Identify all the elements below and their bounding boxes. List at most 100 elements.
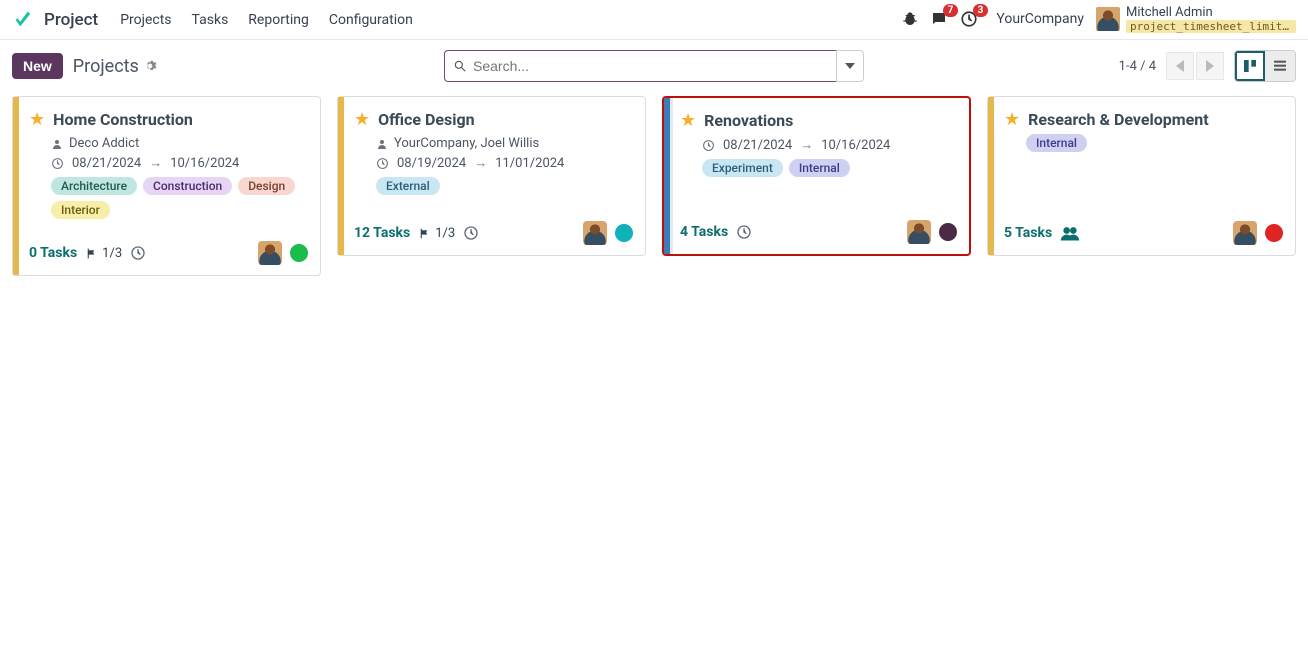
tag[interactable]: Internal xyxy=(1026,134,1087,152)
toolbar: New Projects 1-4 / 4 xyxy=(0,40,1308,96)
topbar-right: 7 3 YourCompany Mitchell Admin project_t… xyxy=(902,6,1296,33)
gear-icon[interactable] xyxy=(143,59,157,73)
tag[interactable]: Interior xyxy=(51,201,110,219)
card-title[interactable]: Research & Development xyxy=(1028,110,1209,129)
assignee-avatar-icon[interactable] xyxy=(907,220,931,244)
nav-reporting[interactable]: Reporting xyxy=(248,12,309,28)
nav-tasks[interactable]: Tasks xyxy=(192,12,229,28)
card-footer: 5 Tasks xyxy=(1004,203,1283,245)
nav-configuration[interactable]: Configuration xyxy=(329,12,413,28)
date-end: 10/16/2024 xyxy=(170,156,239,171)
card-dates: 08/21/2024→10/16/2024 xyxy=(51,155,308,171)
pager-next-button[interactable] xyxy=(1196,52,1224,80)
arrow-icon: → xyxy=(800,137,813,153)
search-icon xyxy=(453,59,467,73)
card-footer: 0 Tasks 1/3 xyxy=(29,223,308,265)
tasks-link[interactable]: 4 Tasks xyxy=(680,224,728,240)
card-tags: Architecture Construction Design Interior xyxy=(51,177,308,219)
milestone-indicator[interactable]: 1/3 xyxy=(418,226,455,241)
assignee-avatar-icon[interactable] xyxy=(583,221,607,245)
company-name[interactable]: YourCompany xyxy=(996,11,1084,27)
tasks-link[interactable]: 5 Tasks xyxy=(1004,225,1052,241)
milestone-indicator[interactable]: 1/3 xyxy=(85,246,122,261)
tasks-link[interactable]: 0 Tasks xyxy=(29,245,77,261)
date-start: 08/21/2024 xyxy=(72,156,141,171)
clock-icon xyxy=(51,157,64,170)
date-end: 11/01/2024 xyxy=(495,156,564,171)
pager-prev-button[interactable] xyxy=(1166,52,1194,80)
tag[interactable]: Architecture xyxy=(51,177,137,195)
card-title[interactable]: Office Design xyxy=(378,110,474,129)
kanban-view-button[interactable] xyxy=(1235,51,1265,81)
card-title-row: ★ Renovations xyxy=(680,110,957,131)
card-inner-accent xyxy=(670,98,673,254)
new-button[interactable]: New xyxy=(12,53,63,79)
card-subtitle-row: YourCompany, Joel Willis xyxy=(376,136,633,151)
card-tags: Internal xyxy=(1026,134,1283,152)
clock-icon xyxy=(702,139,715,152)
card-title[interactable]: Renovations xyxy=(704,111,793,130)
bug-icon[interactable] xyxy=(902,11,918,27)
tag[interactable]: Construction xyxy=(143,177,232,195)
card-title[interactable]: Home Construction xyxy=(53,110,193,129)
user-detail: project_timesheet_limit_… xyxy=(1126,20,1296,33)
app-brand[interactable]: Project xyxy=(44,10,98,30)
tag[interactable]: Experiment xyxy=(702,159,783,177)
card-tags: External xyxy=(376,177,633,195)
user-name: Mitchell Admin xyxy=(1126,6,1296,20)
search-wrap xyxy=(444,50,864,82)
tag[interactable]: External xyxy=(376,177,440,195)
card-subtitle-row: Deco Addict xyxy=(51,136,308,151)
date-start: 08/21/2024 xyxy=(723,138,792,153)
project-card[interactable]: ★ Home Construction Deco Addict 08/21/2024→… xyxy=(12,96,321,276)
list-view-button[interactable] xyxy=(1265,51,1295,81)
activity-clock-icon[interactable] xyxy=(736,224,752,240)
tag[interactable]: Internal xyxy=(789,159,850,177)
assignee-avatar-icon[interactable] xyxy=(258,241,282,265)
kanban-board: ★Home ConstructionDeco Addict08/21/2024→… xyxy=(0,96,1308,276)
user-menu[interactable]: Mitchell Admin project_timesheet_limit_… xyxy=(1096,6,1296,33)
messages-icon[interactable]: 7 xyxy=(930,10,948,28)
star-icon[interactable]: ★ xyxy=(1004,109,1020,130)
person-icon xyxy=(51,138,63,150)
card-tags: Experiment Internal xyxy=(702,159,957,177)
project-card[interactable]: ★ Research & Development Internal 5 Tasks xyxy=(987,96,1296,256)
status-dot[interactable] xyxy=(290,244,308,262)
nav-projects[interactable]: Projects xyxy=(120,12,171,28)
milestone-text: 1/3 xyxy=(102,246,122,261)
flag-icon xyxy=(85,247,98,260)
card-accent xyxy=(338,97,344,255)
tasks-link[interactable]: 12 Tasks xyxy=(354,225,410,241)
star-icon[interactable]: ★ xyxy=(680,110,696,131)
card-title-row: ★ Home Construction xyxy=(29,109,308,130)
card-footer: 4 Tasks xyxy=(680,202,957,244)
activities-badge: 3 xyxy=(973,4,989,17)
status-dot[interactable] xyxy=(939,223,957,241)
project-card[interactable]: ★ Office Design YourCompany, Joel Willis 08… xyxy=(337,96,646,256)
activity-clock-icon[interactable] xyxy=(130,245,146,261)
flag-icon xyxy=(418,227,431,240)
assignee-avatar-icon[interactable] xyxy=(1233,221,1257,245)
people-icon[interactable] xyxy=(1060,225,1080,241)
app-logo-icon xyxy=(12,9,34,31)
star-icon[interactable]: ★ xyxy=(29,109,45,130)
milestone-text: 1/3 xyxy=(435,226,455,241)
card-subtitle: Deco Addict xyxy=(69,136,139,151)
star-icon[interactable]: ★ xyxy=(354,109,370,130)
project-card[interactable]: ★Renovations08/21/2024→10/16/2024Experim… xyxy=(662,96,971,256)
card-accent xyxy=(988,97,994,255)
search-input[interactable] xyxy=(473,58,828,74)
breadcrumb-projects[interactable]: Projects xyxy=(73,56,139,77)
status-dot[interactable] xyxy=(615,224,633,242)
activity-clock-icon[interactable] xyxy=(463,225,479,241)
card-accent xyxy=(13,97,19,275)
date-start: 08/19/2024 xyxy=(397,156,466,171)
status-dot[interactable] xyxy=(1265,224,1283,242)
search-box[interactable] xyxy=(444,50,836,82)
search-dropdown-button[interactable] xyxy=(836,50,864,82)
messages-badge: 7 xyxy=(943,4,959,17)
card-footer: 12 Tasks 1/3 xyxy=(354,203,633,245)
card-subtitle: YourCompany, Joel Willis xyxy=(394,136,539,151)
activities-icon[interactable]: 3 xyxy=(960,10,978,28)
tag[interactable]: Design xyxy=(238,177,295,195)
